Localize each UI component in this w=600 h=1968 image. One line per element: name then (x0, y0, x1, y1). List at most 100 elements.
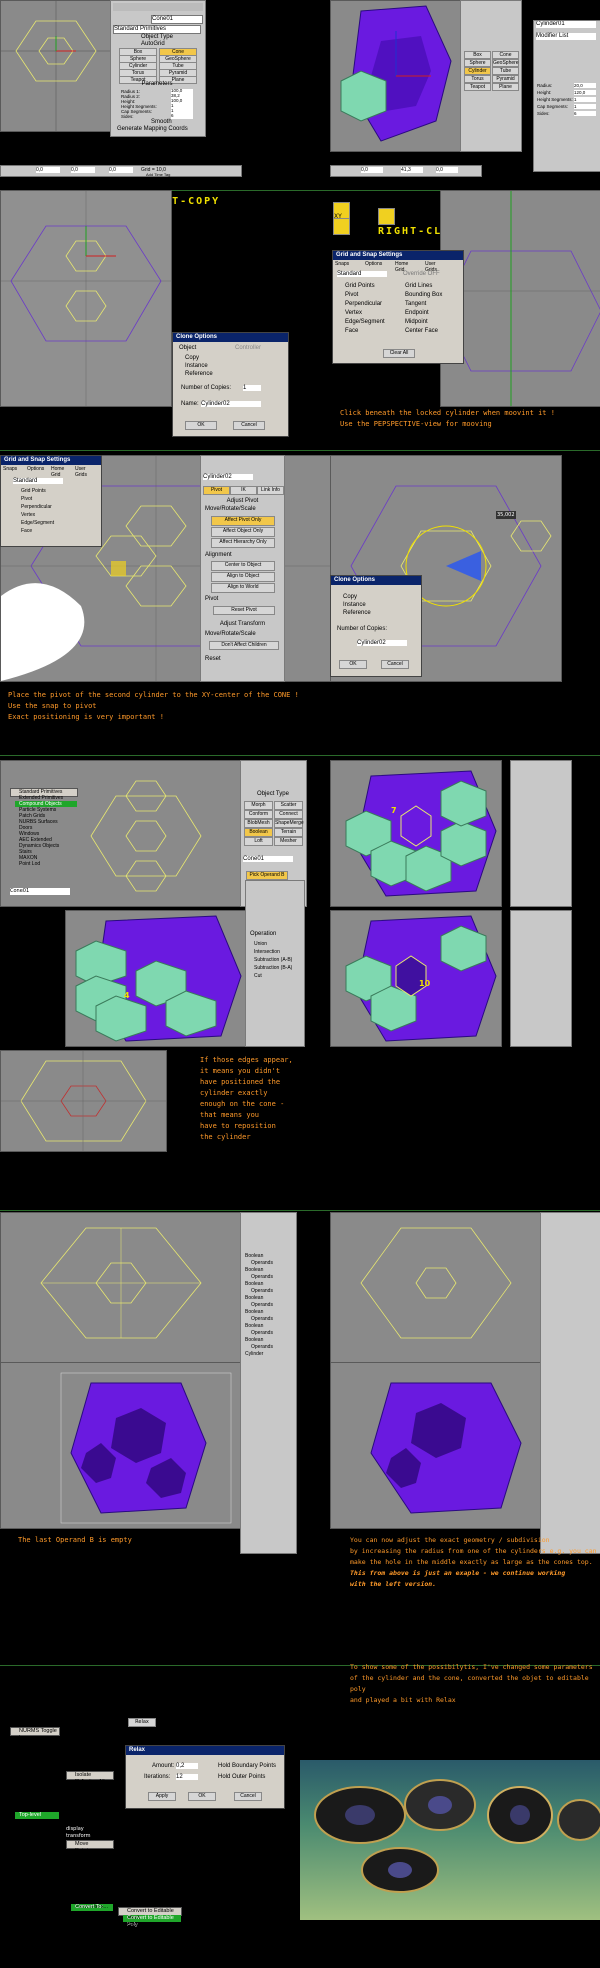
smooth-checkbox[interactable]: Smooth (151, 119, 172, 125)
compound-button-mesher[interactable]: Mesher (274, 837, 303, 846)
boolean-operation-panel[interactable]: Operation Union Intersection Subtraction (… (245, 880, 305, 1047)
grid-snap-settings-dialog[interactable]: Grid and Snap Settings Snaps Options Home … (332, 250, 464, 364)
operation-radio[interactable]: Union (254, 941, 267, 947)
clone-options-dialog-2[interactable]: Clone Options Copy Instance Reference Nu… (330, 575, 422, 677)
operation-radio[interactable]: Subtraction (A-B) (254, 957, 292, 963)
object-type-rollout[interactable]: Object Type (243, 791, 303, 797)
snap-option[interactable]: Center Face (405, 328, 438, 334)
tab-link-info[interactable]: Link Info (257, 486, 284, 495)
perspective-viewport-3[interactable]: 7 (330, 760, 502, 907)
menu-item[interactable]: Convert to Editable Poly (123, 1915, 181, 1928)
menu-item[interactable]: Convert to Editable Patch (123, 1922, 181, 1935)
command-panel-create[interactable]: Cone01 Standard Primitives Object Type A… (110, 0, 206, 137)
primitive-button-geosphere[interactable]: GeoSphere (492, 59, 519, 67)
reset-pivot-button[interactable]: Reset Pivot (213, 606, 275, 615)
compound-button-connect[interactable]: Connect (274, 810, 303, 819)
snap-option[interactable]: Perpendicular (345, 301, 382, 307)
menu-item[interactable]: Hide Selection (71, 1814, 113, 1821)
pivot-button[interactable]: Affect Hierarchy Only (211, 538, 275, 548)
gen-mapping-checkbox[interactable]: Generate Mapping Coords (117, 126, 188, 132)
snap-option[interactable]: Endpoint (405, 310, 429, 316)
name-input[interactable]: Cylinder02 (201, 401, 261, 407)
primitive-button-cylinder[interactable]: Cylinder (464, 67, 491, 75)
dont-affect-children-button[interactable]: Don't Affect Children (209, 641, 279, 650)
hold-outer-checkbox[interactable]: Hold Outer Points (218, 1774, 265, 1780)
hold-boundary-checkbox[interactable]: Hold Boundary Points (218, 1763, 276, 1769)
stack-item[interactable]: Operands (251, 1302, 273, 1308)
menu-item[interactable]: Top-level (15, 1812, 59, 1819)
perspective-viewport-4[interactable]: 10 (330, 910, 502, 1047)
primitive-button-teapot[interactable]: Teapot (464, 83, 491, 91)
tab-snaps[interactable]: Snaps (335, 261, 349, 267)
cancel-button[interactable]: Cancel (234, 1792, 262, 1801)
menu-item[interactable]: Rotate (71, 1848, 113, 1855)
menu-item[interactable]: Clone (71, 1869, 113, 1876)
param-value[interactable]: 1 (574, 97, 596, 102)
stack-item[interactable]: Boolean (245, 1309, 263, 1315)
menu-item[interactable]: Hide Unselected (71, 1807, 113, 1820)
param-value[interactable]: 6 (171, 113, 193, 119)
z-coord[interactable]: 0,0 (109, 167, 133, 173)
menu-item[interactable]: Properties... (71, 1876, 113, 1883)
stack-item[interactable]: Boolean (245, 1295, 263, 1301)
align-button[interactable]: Center to Object (211, 561, 275, 571)
compound-panel-2[interactable] (510, 760, 572, 907)
apply-button[interactable]: Apply (148, 1792, 176, 1801)
param-value[interactable]: 1 (574, 104, 596, 109)
menu-item[interactable]: Vertex (15, 1805, 59, 1812)
menu-item[interactable]: Unhide by Name (71, 1793, 113, 1806)
copies-input[interactable]: 1 (243, 385, 261, 391)
menu-item[interactable]: Attach (15, 1749, 59, 1756)
autogrid-checkbox[interactable]: AutoGrid (141, 41, 165, 47)
menu-item[interactable]: Dope Sheet... (71, 1890, 113, 1897)
operation-radio[interactable]: Subtraction (B-A) (254, 965, 292, 971)
instance-radio[interactable]: Instance (185, 363, 208, 369)
tab-options[interactable]: Options (365, 261, 382, 267)
tab-options[interactable]: Options (27, 466, 44, 472)
cylinder-parameters-panel[interactable]: Cylinder01 Modifier List Radius: 20,0 Heig… (533, 20, 600, 172)
object-name-field-2[interactable]: Cylinder01 (536, 21, 596, 28)
quad-menu-right[interactable]: Isolate Selection Unfreeze All Freeze Sele… (66, 1771, 114, 1820)
primitive-button-pyramid[interactable]: Pyramid (492, 75, 519, 83)
compound-button-loft[interactable]: Loft (244, 837, 273, 846)
compound-button-conform[interactable]: Conform (244, 810, 273, 819)
compound-button-scatter[interactable]: Scatter (274, 801, 303, 810)
primitive-button-cone[interactable]: Cone (492, 51, 519, 59)
adjust-transform-rollout[interactable]: Adjust Transform (203, 621, 282, 627)
pivot-button[interactable]: Affect Object Only (211, 527, 275, 537)
param-value[interactable]: 20,0 (574, 83, 596, 88)
y-coord-2[interactable]: 41,3 (401, 167, 423, 173)
clone-options-dialog[interactable]: Clone Options Object Copy Instance Refer… (172, 332, 289, 437)
relax-dialog[interactable]: Relax Amount: 0,2 Iterations: 12 Hold Bo… (125, 1745, 285, 1809)
modifier-stack-panel[interactable]: Boolean Operands Boolean Operands Boolean Ope… (240, 1212, 297, 1554)
top-viewport-9[interactable] (330, 1212, 542, 1364)
primitive-button-box[interactable]: Box (464, 51, 491, 59)
object-name-field-3[interactable]: Cylinder02 (203, 474, 253, 480)
menu-item[interactable]: Scale (71, 1855, 113, 1862)
ok-button[interactable]: OK (185, 421, 217, 430)
menu-item[interactable]: Element (15, 1777, 59, 1784)
menu-item[interactable]: Border (15, 1791, 59, 1798)
perspective-viewport-5[interactable] (0, 1362, 242, 1529)
snap-option[interactable]: Vertex (345, 310, 362, 316)
iterations-input[interactable]: 12 (176, 1774, 198, 1780)
menu-item[interactable]: Cut (15, 1756, 59, 1763)
stack-item[interactable]: Cylinder (245, 1351, 263, 1357)
compound-objects-dropdown[interactable]: Standard Primitives Extended Primitives Co… (10, 788, 78, 867)
quad-menu-left[interactable]: NURMS Toggle Ignore Backfacing Collapse Att… (10, 1727, 60, 1819)
snap-option[interactable]: Bounding Box (405, 292, 442, 298)
param-value[interactable]: 1 (171, 108, 193, 114)
add-time-tag[interactable]: Add Time Tag (146, 172, 170, 177)
y-coord[interactable]: 0,0 (71, 167, 95, 173)
x-coord[interactable]: 0,0 (36, 167, 60, 173)
compound-name-field[interactable]: Cone01 (10, 888, 70, 895)
copy-radio[interactable]: Copy (185, 355, 199, 361)
reference-radio[interactable]: Reference (185, 371, 213, 377)
snap-option[interactable]: Perpendicular (21, 504, 52, 510)
primitive-button-torus[interactable]: Torus (464, 75, 491, 83)
panel-tabs[interactable] (113, 3, 203, 11)
param-value[interactable]: 120,0 (574, 90, 596, 95)
stack-item[interactable]: Operands (251, 1288, 273, 1294)
stack-item[interactable]: Boolean (245, 1337, 263, 1343)
pivot-button[interactable]: Affect Pivot Only (211, 516, 275, 526)
